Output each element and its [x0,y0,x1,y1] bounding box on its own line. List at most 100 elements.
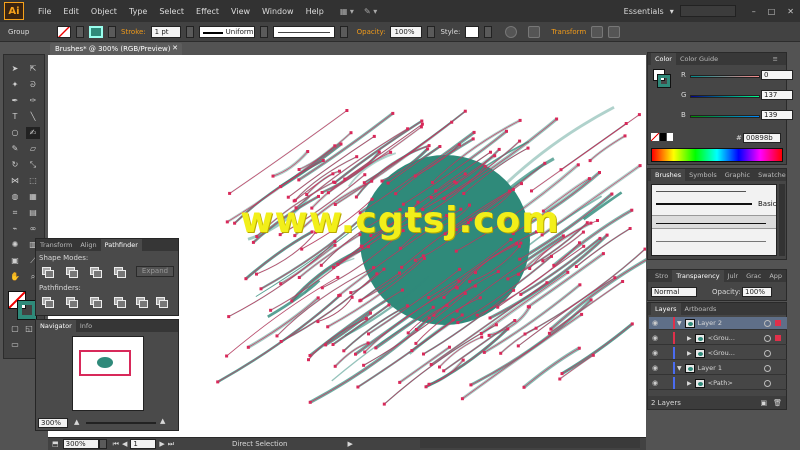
delete-layer-icon[interactable]: 🗑 [773,399,782,407]
rotate-tool-icon[interactable]: ↻ [8,159,22,171]
collapse-triangle-icon[interactable]: ▼ [677,320,682,327]
layer-name[interactable]: <Grou... [708,334,735,342]
navigator-zoom-field[interactable]: 300% [38,418,68,428]
outline-icon[interactable] [136,297,148,308]
layer-name[interactable]: Layer 1 [698,364,722,372]
white-swatch[interactable] [667,133,673,141]
brush-list[interactable]: Basic [651,184,777,256]
zoom-in-icon[interactable]: ▲ [160,417,165,425]
tab-info[interactable]: Info [76,320,96,332]
intersect-icon[interactable] [90,267,102,278]
stroke-weight-dropdown[interactable] [185,25,194,38]
tab-brushes[interactable]: Brushes [651,169,686,181]
b-value[interactable]: 139 [761,110,793,120]
arrange-documents-icon[interactable]: ▦ ▾ [340,7,354,16]
stroke-dropdown[interactable] [108,25,116,38]
first-artboard-icon[interactable]: ⏮ [113,440,119,449]
ellipse-tool-icon[interactable]: ○ [8,127,22,139]
opacity-label[interactable]: Opacity: [357,28,386,36]
brush-icon[interactable]: ✎ ▾ [364,7,377,16]
blend-tool-icon[interactable]: ∞ [26,223,40,235]
layer-row[interactable]: ◉ ▶ <Grou... [649,347,787,360]
crop-icon[interactable] [114,297,126,308]
close-window-button[interactable]: ✕ [787,7,794,16]
expand-button[interactable]: Expand [136,266,174,277]
draw-behind-icon[interactable]: ◱ [22,323,36,335]
menu-type[interactable]: Type [123,7,153,16]
unite-icon[interactable] [42,267,54,278]
visibility-eye-icon[interactable]: ◉ [649,379,661,387]
minus-front-icon[interactable] [66,267,78,278]
eyedropper-tool-icon[interactable]: ⌁ [8,223,22,235]
trim-icon[interactable] [66,297,78,308]
prev-artboard-icon[interactable]: ◀ [122,440,127,448]
collapse-triangle-icon[interactable]: ▼ [677,365,682,372]
tab-align[interactable]: Align [76,239,100,251]
view-box[interactable] [79,350,131,376]
stroke-weight-field[interactable]: 1 pt [150,25,181,38]
rotate-view-icon[interactable]: ⬒ [52,440,59,448]
visibility-eye-icon[interactable]: ◉ [649,319,661,327]
variable-width-profile[interactable]: Uniform [198,25,255,38]
eraser-tool-icon[interactable]: ▱ [26,143,40,155]
search-input[interactable] [679,5,736,17]
transparency-opacity-field[interactable]: 100% [742,287,772,297]
layer-name[interactable]: <Path> [708,379,733,387]
status-menu-icon[interactable]: ▶ [347,440,352,448]
hex-value[interactable]: 00898b [743,133,781,143]
layer-row[interactable]: ◉ ▼ Layer 1 [649,362,787,375]
normal-draw-mode-icon[interactable]: ▢ [8,323,22,335]
fill-dropdown[interactable] [76,25,84,38]
tab-color-guide[interactable]: Color Guide [676,55,722,63]
tab-swatches[interactable]: Swatche [754,171,790,179]
stroke-swatch[interactable] [89,25,103,38]
pen-tool-icon[interactable]: ✒ [8,95,22,107]
target-circle-icon[interactable] [764,364,771,372]
hand-tool-icon[interactable]: ✋ [8,271,22,283]
tab-layers[interactable]: Layers [651,303,681,315]
r-value[interactable]: 0 [761,70,793,80]
curvature-tool-icon[interactable]: ✑ [26,95,40,107]
selection-indicator[interactable] [775,350,781,356]
selection-indicator[interactable] [775,365,781,371]
menu-select[interactable]: Select [153,7,190,16]
workspace-switcher[interactable]: Essentials [624,7,664,16]
layer-name[interactable]: Layer 2 [698,319,722,327]
g-slider[interactable] [690,95,760,98]
panel-menu-icon[interactable] [608,25,621,38]
tab-stroke[interactable]: Stro [651,272,672,280]
visibility-eye-icon[interactable]: ◉ [649,364,661,372]
align-icon[interactable] [528,25,541,38]
zoom-out-icon[interactable]: ▲ [74,418,79,426]
none-swatch[interactable] [651,133,659,141]
target-circle-icon[interactable] [764,334,771,342]
menu-edit[interactable]: Edit [57,7,85,16]
brushes-scrollbar[interactable] [779,184,785,256]
layer-row[interactable]: ◉ ▶ <Grou... [649,332,787,345]
menu-file[interactable]: File [32,7,57,16]
transform-link[interactable]: Transform [551,28,586,36]
tab-appearance[interactable]: App [765,272,786,280]
visibility-eye-icon[interactable]: ◉ [649,334,661,342]
isolate-group-icon[interactable] [591,25,604,38]
maximize-button[interactable]: □ [768,7,776,16]
new-layer-icon[interactable]: ▣ [760,399,767,407]
lasso-tool-icon[interactable]: ᘐ [26,79,40,91]
opacity-field[interactable]: 100% [390,25,423,38]
tab-transform[interactable]: Transform [36,239,76,251]
panel-menu-icon[interactable]: ≡ [769,55,782,63]
target-circle-icon[interactable] [764,349,771,357]
minus-back-icon[interactable] [156,297,168,308]
navigator-preview[interactable] [72,336,144,411]
brush-dropdown[interactable] [339,25,348,38]
brush-row[interactable] [656,223,766,224]
tab-navigator[interactable]: Navigator [36,320,76,332]
divide-icon[interactable] [42,297,54,308]
exclude-icon[interactable] [114,267,126,278]
menu-window[interactable]: Window [256,7,300,16]
brush-row[interactable] [656,241,766,242]
tab-julr[interactable]: Julr [724,272,743,280]
tab-color[interactable]: Color [651,53,676,65]
perspective-grid-tool-icon[interactable]: ▦ [26,191,40,203]
r-slider[interactable] [690,75,760,78]
